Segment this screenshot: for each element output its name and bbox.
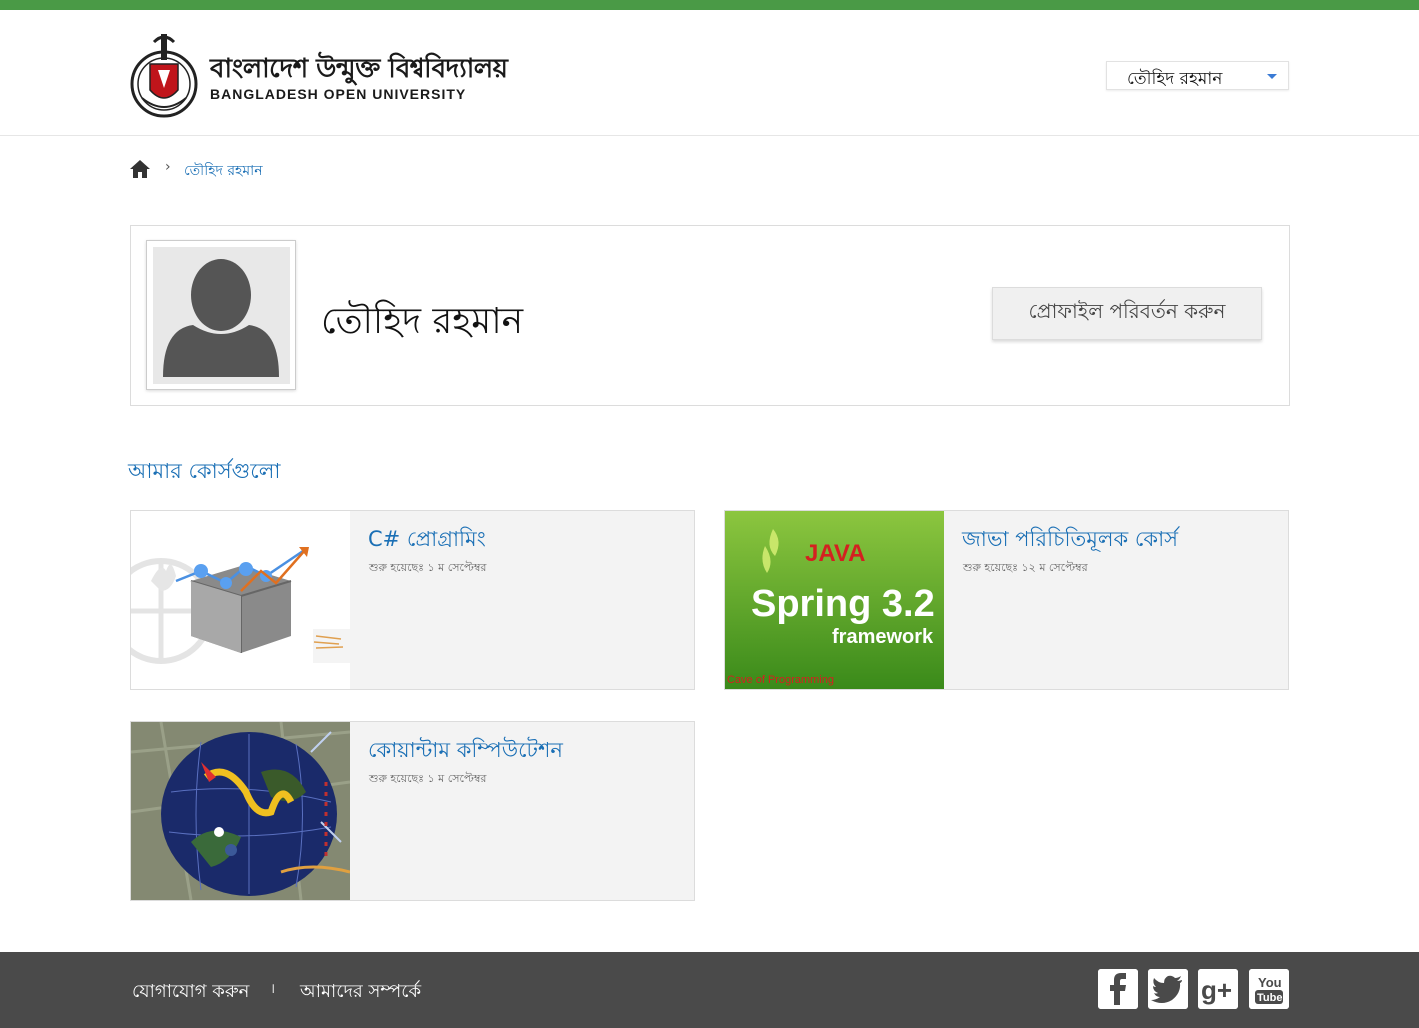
logo-english-text: BANGLADESH OPEN UNIVERSITY (210, 86, 467, 102)
user-silhouette-icon (163, 259, 279, 377)
programming-toolbox-image[interactable] (131, 511, 350, 689)
spring-label: Spring 3.2 (751, 583, 935, 625)
user-menu-dropdown[interactable]: তৌহিদ রহমান (1106, 61, 1289, 90)
google-plus-icon[interactable]: g+ (1198, 969, 1238, 1009)
youtube-you-text: You (1258, 975, 1282, 990)
facebook-icon[interactable] (1098, 969, 1138, 1009)
site-footer: যোগাযোগ করুন । আমাদের সম্পর্কে g+ You Tub… (0, 952, 1419, 1028)
framework-label: framework (832, 626, 934, 648)
svg-text:g+: g+ (1201, 975, 1232, 1005)
breadcrumb-separator: › (165, 159, 171, 175)
java-spring-image[interactable]: JAVA Spring 3.2 framework Cave of Progra… (725, 511, 944, 689)
globe-network-image[interactable] (131, 722, 350, 900)
course-start-date: শুরু হয়েছেঃ ১ ম সেপ্টেম্বর (369, 561, 487, 574)
site-header: বাংলাদেশ উন্মুক্ত বিশ্ববিদ্যালয় BANGLAD… (0, 10, 1419, 136)
home-icon[interactable] (130, 160, 150, 178)
edit-profile-button[interactable]: প্রোফাইল পরিবর্তন করুন (992, 287, 1262, 340)
course-start-date: শুরু হয়েছেঃ ১ ম সেপ্টেম্বর (369, 772, 487, 785)
course-title[interactable]: C# প্রোগ্রামিং (368, 523, 486, 558)
my-courses-heading: আমার কোর্সগুলো (128, 459, 281, 483)
profile-card: তৌহিদ রহমান প্রোফাইল পরিবর্তন করুন (130, 225, 1290, 406)
course-title[interactable]: জাভা পরিচিতিমূলক কোর্স (962, 523, 1178, 558)
caret-down-icon (1267, 74, 1277, 79)
course-start-date: শুরু হয়েছেঃ ১২ ম সেপ্টেম্বর (963, 561, 1088, 574)
footer-separator: । (270, 981, 276, 997)
profile-name: তৌহিদ রহমান (321, 301, 524, 342)
top-accent-bar (0, 0, 1419, 10)
course-title[interactable]: কোয়ান্টাম কম্পিউটেশন (368, 734, 563, 769)
youtube-tube-text: Tube (1257, 992, 1282, 1004)
credit-label: Cave of Programming (727, 674, 834, 686)
course-card[interactable]: JAVA Spring 3.2 framework Cave of Progra… (724, 510, 1289, 690)
java-label: JAVA (805, 540, 865, 567)
breadcrumb-current[interactable]: তৌহিদ রহমান (184, 159, 263, 183)
university-seal-icon (130, 34, 198, 118)
course-card[interactable]: কোয়ান্টাম কম্পিউটেশন শুরু হয়েছেঃ ১ ম স… (130, 721, 695, 901)
user-menu-name: তৌহিদ রহমান (1127, 69, 1223, 89)
youtube-icon[interactable]: You Tube (1249, 969, 1289, 1009)
twitter-icon[interactable] (1148, 969, 1188, 1009)
footer-contact-link[interactable]: যোগাযোগ করুন (132, 977, 249, 1008)
avatar (146, 240, 296, 390)
university-logo[interactable]: বাংলাদেশ উন্মুক্ত বিশ্ববিদ্যালয় BANGLAD… (128, 28, 508, 118)
course-card[interactable]: C# প্রোগ্রামিং শুরু হয়েছেঃ ১ ম সেপ্টেম্… (130, 510, 695, 690)
footer-about-link[interactable]: আমাদের সম্পর্কে (300, 977, 421, 1008)
